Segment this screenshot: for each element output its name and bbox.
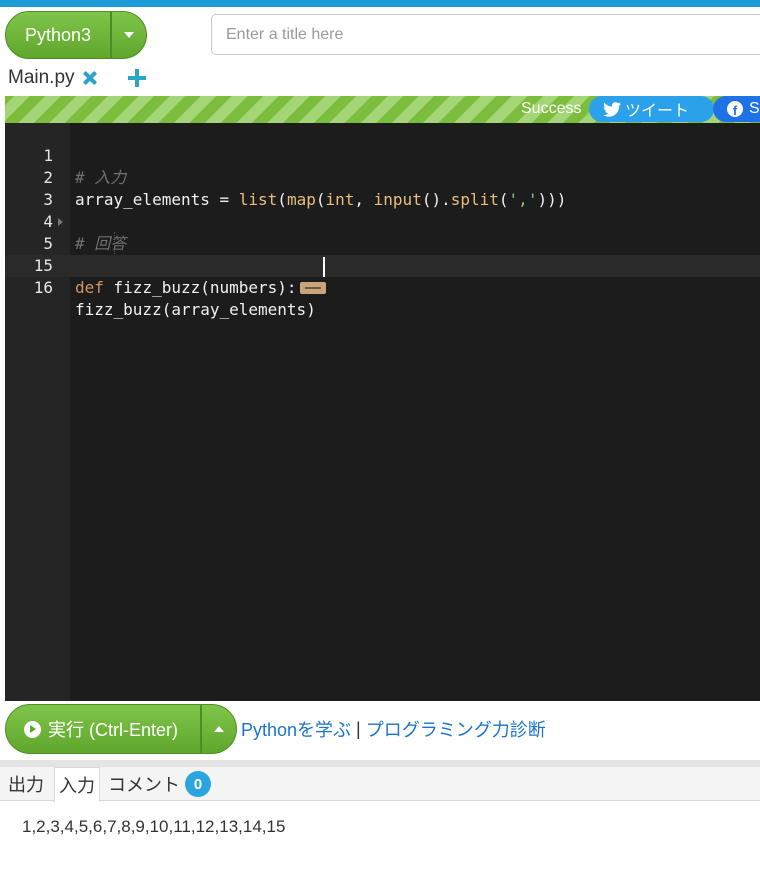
share-label: Sh <box>749 100 760 117</box>
top-accent-strip <box>0 0 760 7</box>
tab-comment[interactable]: コメント 0 <box>108 767 211 801</box>
code-line: 3 <box>5 167 760 209</box>
code-line: 15 <box>5 233 760 275</box>
code-line: 5 def fizz_buzz(numbers): <box>5 211 760 297</box>
run-bar: 実行 (Ctrl-Enter) Pythonを学ぶ | プログラミング力診断 <box>5 704 546 754</box>
comment-count-badge: 0 <box>185 771 211 797</box>
code-line: 2 array_elements = list(map(int, input()… <box>5 145 760 209</box>
language-selector[interactable]: Python3 <box>5 11 147 59</box>
chevron-down-icon <box>124 32 134 38</box>
title-input[interactable] <box>211 14 760 55</box>
tweet-label: ツイート <box>625 103 690 120</box>
run-options-toggle[interactable] <box>201 704 237 754</box>
fold-arrow-icon[interactable] <box>58 218 63 226</box>
code-line: 16 fizz_buzz(array_elements) <box>5 255 760 319</box>
learn-python-link[interactable]: Pythonを学ぶ <box>241 716 351 742</box>
tab-main-py[interactable]: Main.py <box>8 67 75 89</box>
tab-output[interactable]: 出力 <box>8 767 44 801</box>
folded-code-icon[interactable] <box>299 282 326 294</box>
programming-diagnosis-link[interactable]: プログラミング力診断 <box>366 716 546 742</box>
facebook-icon: f <box>727 101 743 117</box>
status-bar: Success ツイート f Sh <box>5 96 760 123</box>
code-line: 1 # 入力 <box>5 123 760 187</box>
code-token: fizz_buzz(numbers): <box>103 278 297 297</box>
tab-comment-label: コメント <box>108 775 180 795</box>
code-token: fizz_buzz(array_elements) <box>75 300 316 319</box>
tweet-button[interactable]: ツイート <box>589 96 714 122</box>
code-editor[interactable]: 1 # 入力 2 array_elements = list(map(int, … <box>5 123 760 701</box>
run-label: 実行 (Ctrl-Enter) <box>48 720 178 740</box>
file-tabs: Main.py <box>8 66 147 90</box>
panel-divider[interactable] <box>0 760 760 767</box>
stdin-input[interactable]: 1,2,3,4,5,6,7,8,9,10,11,12,13,14,15 <box>22 817 285 837</box>
run-button[interactable]: 実行 (Ctrl-Enter) <box>5 704 201 754</box>
language-button[interactable]: Python3 <box>5 11 111 59</box>
run-icon <box>24 720 41 738</box>
tab-input[interactable]: 入力 <box>54 767 100 802</box>
status-text: Success <box>521 100 582 117</box>
close-icon[interactable] <box>81 69 99 87</box>
chevron-up-icon <box>214 726 224 732</box>
text-cursor <box>323 257 325 277</box>
add-file-icon[interactable] <box>127 68 147 88</box>
facebook-share-button[interactable]: f Sh <box>713 96 760 122</box>
twitter-bird-icon <box>603 101 621 117</box>
keyword-token: def <box>75 278 104 297</box>
output-tabs: 出力 入力 コメント 0 <box>0 767 760 802</box>
help-links: Pythonを学ぶ | プログラミング力診断 <box>241 716 546 742</box>
language-dropdown-toggle[interactable] <box>111 11 147 59</box>
link-separator: | <box>356 718 361 739</box>
line-number: 16 <box>33 278 53 297</box>
code-line: 4 # 回答 <box>5 189 760 253</box>
